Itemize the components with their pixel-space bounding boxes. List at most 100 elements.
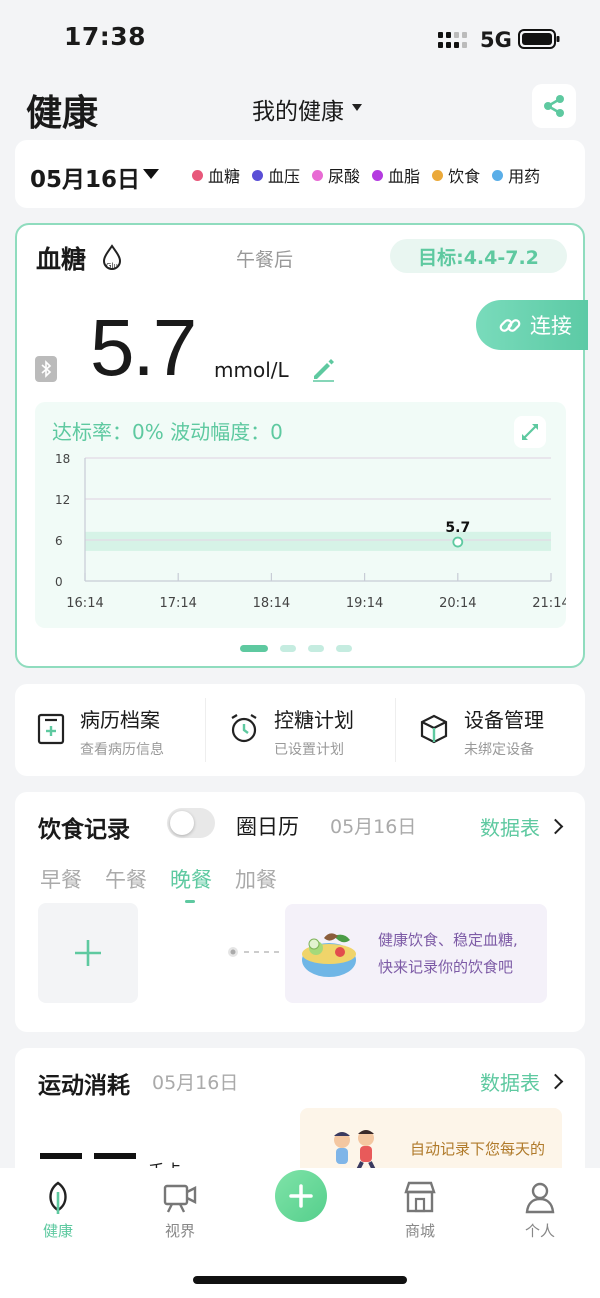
user-icon — [525, 1182, 555, 1214]
caret-down-icon — [352, 103, 362, 111]
legend-label: 用药 — [508, 167, 541, 186]
exercise-title: 运动消耗 — [38, 1073, 130, 1099]
signal-icon — [438, 32, 467, 48]
tab-snack[interactable]: 加餐 — [235, 864, 277, 894]
y-tick-label: 0 — [55, 575, 63, 589]
diet-datatable-link[interactable]: 数据表 — [480, 812, 564, 841]
date-selector[interactable]: 05月16日 — [30, 160, 140, 194]
home-indicator — [193, 1276, 407, 1284]
chevron-right-icon — [547, 818, 564, 835]
tab-profile[interactable]: 个人 — [500, 1180, 580, 1241]
connector-dots — [228, 947, 284, 957]
calendar-label: 圈日历 — [236, 815, 299, 839]
legend-dot — [432, 169, 444, 181]
salad-bowl-icon — [302, 933, 356, 977]
diet-tip-line: 健康饮食、稳定血糖, — [378, 931, 518, 949]
legend-label: 血脂 — [388, 167, 421, 186]
x-tick-label: 17:14 — [159, 596, 196, 611]
diet-date: 05月16日 — [330, 816, 417, 838]
legend-label: 尿酸 — [328, 167, 361, 186]
page-title: 健康 — [26, 93, 99, 134]
legend-dot — [312, 169, 324, 181]
action-title: 控糖计划 — [274, 708, 354, 732]
share-icon — [544, 95, 564, 117]
video-icon — [163, 1184, 197, 1213]
tab-label: 个人 — [524, 1222, 555, 1240]
pager-dot[interactable] — [336, 645, 352, 652]
leaf-icon — [49, 1181, 67, 1214]
device-box-icon — [420, 714, 448, 744]
meal-label: 午餐后 — [236, 249, 294, 271]
connect-button[interactable]: 连接 — [476, 300, 588, 350]
legend-dot — [192, 169, 203, 181]
add-record-button[interactable] — [275, 1170, 327, 1222]
legend-item[interactable]: 用药 — [492, 163, 540, 187]
action-title: 设备管理 — [464, 708, 544, 732]
action-subtitle: 已设置计划 — [274, 742, 344, 758]
tab-vision[interactable]: 视界 — [140, 1180, 220, 1241]
tab-label: 商城 — [404, 1222, 435, 1240]
pager-dot-active[interactable] — [240, 645, 268, 652]
add-meal-button[interactable] — [38, 903, 138, 1003]
tab-health[interactable]: 健康 — [18, 1180, 98, 1241]
legend-dot — [372, 169, 384, 181]
x-tick-label: 19:14 — [346, 596, 383, 611]
expand-icon[interactable] — [514, 416, 546, 448]
glucose-chart: 18 12 6 016:14 17:14 18:14 19:14 20:14 21:14 5.7 — [55, 452, 566, 611]
legend-dot — [492, 169, 504, 181]
legend-item[interactable]: 饮食 — [432, 163, 480, 187]
connect-label: 连接 — [530, 314, 572, 338]
glucose-value: 5.7 — [90, 303, 197, 392]
plus-icon — [75, 940, 101, 966]
target-band — [85, 531, 551, 551]
glucose-title: 血糖 — [36, 245, 87, 274]
divider — [205, 698, 206, 762]
legend-item[interactable]: 尿酸 — [312, 163, 360, 187]
tab-store[interactable]: 商城 — [380, 1180, 460, 1241]
profile-switcher-label: 我的健康 — [252, 99, 344, 125]
records-action[interactable]: 病历档案查看病历信息 — [36, 704, 164, 759]
action-subtitle: 未绑定设备 — [464, 742, 534, 758]
alarm-clock-icon — [231, 714, 257, 743]
pager-dot[interactable] — [308, 645, 324, 652]
device-action[interactable]: 设备管理 未绑定设备 — [418, 704, 544, 759]
legend-item[interactable]: 血糖 — [192, 163, 240, 187]
data-label: 5.7 — [445, 520, 470, 536]
share-button[interactable] — [532, 84, 576, 128]
exercise-promo-text: 自动记录下您每天的 — [410, 1140, 546, 1158]
store-icon — [404, 1181, 436, 1213]
glu-drop-icon: Glu — [102, 244, 122, 270]
x-tick-label: 18:14 — [253, 596, 290, 611]
legend-item[interactable]: 血脂 — [372, 163, 420, 187]
tab-dinner[interactable]: 晚餐 — [170, 864, 212, 903]
edit-pencil-icon[interactable] — [310, 356, 336, 382]
tab-label: 视界 — [164, 1222, 195, 1240]
caret-down-icon[interactable] — [143, 169, 159, 179]
legend-item[interactable]: 血压 — [252, 163, 300, 187]
dash — [94, 1153, 136, 1159]
tab-lunch[interactable]: 午餐 — [105, 864, 147, 894]
action-subtitle: 查看病历信息 — [80, 742, 164, 758]
chevron-right-icon — [547, 1073, 564, 1090]
x-tick-label: 16:14 — [66, 596, 103, 611]
toggle-knob — [170, 811, 194, 835]
plus-icon — [289, 1184, 313, 1208]
x-tick-label: 21:14 — [532, 596, 566, 611]
pager-dot[interactable] — [280, 645, 296, 652]
tab-label: 健康 — [42, 1222, 73, 1240]
dash — [40, 1153, 82, 1159]
legend-dot — [252, 169, 264, 181]
y-tick-label: 12 — [55, 493, 70, 507]
action-title: 病历档案 — [80, 708, 160, 732]
exercise-date: 05月16日 — [152, 1072, 239, 1094]
y-tick-label: 6 — [55, 534, 63, 548]
exercise-datatable-link[interactable]: 数据表 — [480, 1067, 564, 1096]
data-point — [452, 536, 464, 548]
profile-switcher[interactable]: 我的健康 — [252, 92, 362, 126]
meal-tabs: 早餐 午餐 晚餐 加餐 — [40, 864, 277, 903]
legend-label: 血压 — [268, 167, 301, 186]
legend: 血糖 血压 尿酸 血脂 饮食 用药 — [192, 163, 540, 187]
glucose-plan-action[interactable]: 控糖计划 已设置计划 — [228, 704, 354, 759]
tab-breakfast[interactable]: 早餐 — [40, 864, 82, 894]
card-pager — [240, 645, 352, 652]
